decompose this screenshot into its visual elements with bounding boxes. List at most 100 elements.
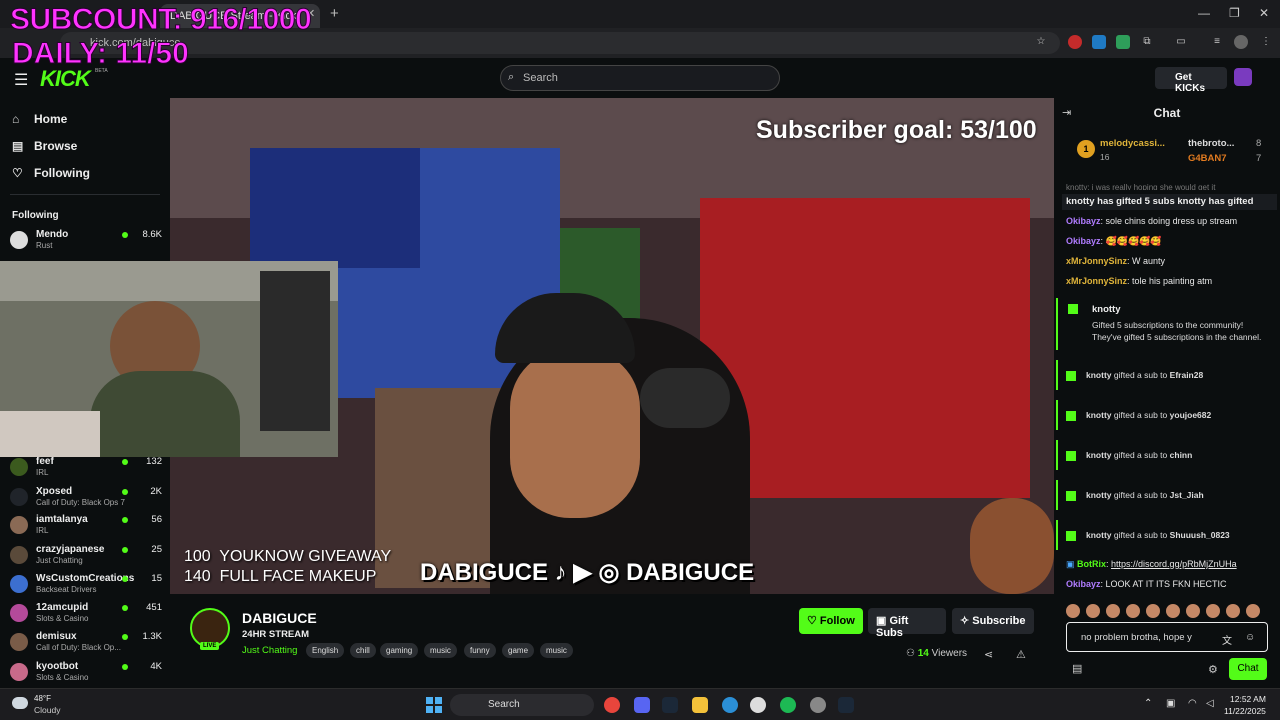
close-window-icon[interactable]: ✕: [1259, 6, 1269, 20]
gear-icon[interactable]: ⚙: [1208, 663, 1218, 676]
followed-channel[interactable]: Xposed Call of Duty: Black Ops 7 2K: [10, 486, 162, 512]
tag[interactable]: music: [424, 643, 457, 658]
translate-extension-icon[interactable]: [1092, 35, 1106, 49]
chevron-up-icon[interactable]: ⌃: [1144, 698, 1152, 709]
new-tab-icon[interactable]: +: [330, 5, 339, 22]
emote-icon[interactable]: [1146, 604, 1160, 618]
chat-username[interactable]: knotty: [1086, 370, 1112, 380]
emote-icon[interactable]: [1126, 604, 1140, 618]
chat-username[interactable]: knotty: [1086, 530, 1112, 540]
leaderboard-name[interactable]: thebroto...: [1188, 138, 1234, 149]
sidepanel-icon[interactable]: ▭: [1174, 35, 1188, 49]
chat-username[interactable]: knotty: [1086, 410, 1112, 420]
followed-channel[interactable]: demisux Call of Duty: Black Op... 1.3K: [10, 631, 162, 657]
chat-input[interactable]: no problem brotha, hope y: [1066, 622, 1268, 652]
sidebar-item-home[interactable]: ⌂ Home: [12, 112, 67, 126]
follow-button[interactable]: ♡ Follow: [799, 608, 863, 634]
emote-icon[interactable]: [1066, 604, 1080, 618]
extension-icon[interactable]: [1116, 35, 1130, 49]
subscribe-button[interactable]: ✧ Subscribe: [952, 608, 1034, 634]
leaderboard-name[interactable]: melodycassi...: [1100, 138, 1165, 149]
emote-icon[interactable]: [1246, 604, 1260, 618]
reading-list-icon[interactable]: ≡: [1210, 35, 1224, 49]
menu-dots-icon[interactable]: ⋮: [1259, 35, 1273, 49]
wifi-icon[interactable]: ◠: [1188, 698, 1197, 709]
chat-username[interactable]: Okibayz: [1066, 236, 1101, 246]
report-icon[interactable]: ⚠: [1016, 648, 1026, 661]
file-explorer-icon[interactable]: [692, 697, 708, 713]
gift-recipient[interactable]: Efrain28: [1170, 370, 1204, 380]
emote-icon[interactable]: [1106, 604, 1120, 618]
followed-channel[interactable]: crazyjapanese Just Chatting 25: [10, 544, 162, 570]
edge-icon[interactable]: [722, 697, 738, 713]
gift-recipient[interactable]: Jst_Jiah: [1170, 490, 1204, 500]
restore-icon[interactable]: ❐: [1229, 6, 1240, 20]
tag[interactable]: English: [306, 643, 345, 658]
gift-recipient[interactable]: chinn: [1170, 450, 1193, 460]
tag[interactable]: game: [502, 643, 535, 658]
sidebar-item-browse[interactable]: ▤ Browse: [12, 139, 77, 153]
streamer-name[interactable]: DABIGUCE: [242, 610, 317, 626]
emote-icon[interactable]: [1186, 604, 1200, 618]
gift-recipient[interactable]: Shuuush_0823: [1170, 530, 1230, 540]
send-chat-button[interactable]: Chat: [1229, 658, 1267, 680]
followed-channel[interactable]: Mendo Rust 8.6K: [10, 229, 162, 255]
tag[interactable]: gaming: [380, 643, 419, 658]
user-avatar[interactable]: [1234, 68, 1252, 86]
chat-username[interactable]: Okibayz: [1066, 216, 1101, 226]
taskbar-search[interactable]: Search: [450, 694, 594, 716]
chat-username[interactable]: knotty: [1092, 304, 1121, 315]
weather-temperature[interactable]: 48°F: [34, 694, 51, 703]
clock-time[interactable]: 12:52 AM: [1230, 694, 1266, 704]
weather-description[interactable]: Cloudy: [34, 705, 60, 715]
extension-icon[interactable]: [1068, 35, 1082, 49]
volume-icon[interactable]: ◁: [1206, 698, 1214, 709]
followed-channel[interactable]: iamtalanya IRL 56: [10, 514, 162, 540]
clock-date[interactable]: 11/22/2025: [1224, 706, 1266, 716]
gift-subs-button[interactable]: ▣ Gift Subs: [868, 608, 946, 639]
tag[interactable]: funny: [464, 643, 496, 658]
app-icon[interactable]: [810, 697, 826, 713]
emote-icon[interactable]: [1166, 604, 1180, 618]
emote-icon[interactable]: [1226, 604, 1240, 618]
profile-icon[interactable]: [1234, 35, 1248, 49]
steam-icon[interactable]: [662, 697, 678, 713]
minimize-icon[interactable]: —: [1198, 6, 1210, 20]
chat-username[interactable]: xMrJonnySinz: [1066, 276, 1127, 286]
bookmark-star-icon[interactable]: ☆: [1034, 35, 1048, 49]
app-icon[interactable]: [750, 697, 766, 713]
chat-username[interactable]: xMrJonnySinz: [1066, 256, 1127, 266]
tag[interactable]: chill: [350, 643, 376, 658]
followed-channel[interactable]: 12amcupid Slots & Casino 451: [10, 602, 162, 628]
chat-username[interactable]: knotty: [1086, 490, 1112, 500]
share-icon[interactable]: ⋖: [984, 648, 993, 661]
tag[interactable]: music: [540, 643, 573, 658]
get-kicks-button[interactable]: Get KICKs: [1155, 67, 1227, 94]
followed-channel[interactable]: WsCustomCreations Backseat Drivers 15: [10, 573, 162, 599]
chrome-icon[interactable]: [604, 697, 620, 713]
chat-username[interactable]: BotRix: [1077, 559, 1106, 569]
steam-icon[interactable]: [838, 697, 854, 713]
windows-start-icon[interactable]: [426, 697, 442, 713]
translate-icon[interactable]: 文: [1222, 632, 1232, 647]
followed-channel[interactable]: kyootbot Slots & Casino 4K: [10, 661, 162, 687]
chat-username[interactable]: Okibayz: [1066, 579, 1101, 589]
emoji-icon[interactable]: ☺: [1245, 632, 1255, 643]
gift-recipient[interactable]: youjoe682: [1170, 410, 1212, 420]
spotify-icon[interactable]: [780, 697, 796, 713]
followed-channel[interactable]: feef IRL 132: [10, 456, 162, 482]
weather-cloud-icon[interactable]: [12, 697, 28, 709]
leaderboard-name[interactable]: G4BAN7: [1188, 153, 1227, 164]
tray-icon[interactable]: ▣: [1166, 698, 1175, 709]
chat-username[interactable]: knotty: [1086, 450, 1112, 460]
emote-icon[interactable]: [1086, 604, 1100, 618]
store-icon[interactable]: ▤: [1072, 662, 1082, 675]
extensions-puzzle-icon[interactable]: ⧉: [1140, 35, 1154, 49]
chat-link[interactable]: https://discord.gg/pRbMjZnUHa: [1111, 559, 1237, 569]
hamburger-menu-icon[interactable]: ☰: [14, 70, 28, 90]
emote-icon[interactable]: [1206, 604, 1220, 618]
stream-category-link[interactable]: Just Chatting: [242, 645, 297, 656]
sidebar-item-following[interactable]: ♡ Following: [12, 166, 90, 180]
discord-icon[interactable]: [634, 697, 650, 713]
search-input[interactable]: Search: [500, 65, 780, 91]
